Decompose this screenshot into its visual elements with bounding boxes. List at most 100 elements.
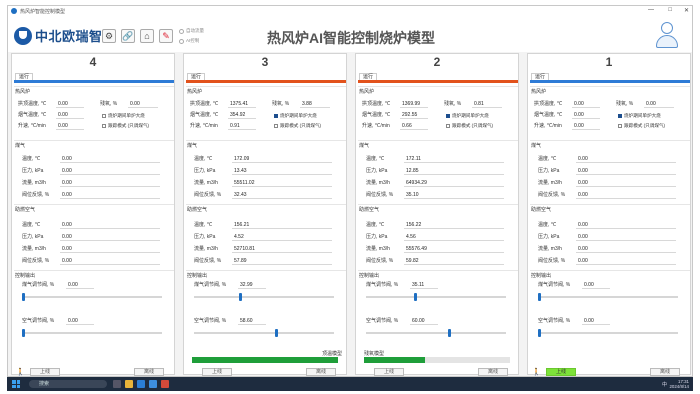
gas-valve-output-field-value[interactable]: 35.11 <box>410 280 438 289</box>
gas-valve-output-field-value[interactable]: 0.00 <box>582 280 610 289</box>
minimize-button[interactable]: — <box>648 7 654 13</box>
app-taskbar-icon[interactable] <box>149 380 157 388</box>
gas-flow-field-value[interactable]: 0.00 <box>60 178 160 187</box>
online-button[interactable]: 上线 <box>30 368 60 376</box>
online-button[interactable]: 上线 <box>202 368 232 376</box>
gas-temp-field-value[interactable]: 0.00 <box>576 154 676 163</box>
tab-run[interactable]: 运行 <box>187 73 206 80</box>
slider-thumb[interactable] <box>22 293 25 301</box>
app2-taskbar-icon[interactable] <box>161 380 169 388</box>
maximize-button[interactable]: □ <box>668 7 672 13</box>
slider-thumb[interactable] <box>274 329 278 337</box>
dome-temp-field-value[interactable]: 1369.99 <box>400 99 428 108</box>
browser-icon[interactable] <box>137 380 145 388</box>
checkbox-air-first[interactable]: 烧炉期间单炉大烧 <box>618 113 661 119</box>
air-valve-feedback-field-value[interactable]: 57.89 <box>232 256 332 265</box>
gas-valve-feedback-field-value[interactable]: 0.00 <box>60 190 160 199</box>
air-pressure-field-value[interactable]: 4.52 <box>232 232 332 241</box>
file-explorer-icon[interactable] <box>125 380 133 388</box>
gas-flow-field-value[interactable]: 0.00 <box>576 178 676 187</box>
air-pressure-field-value[interactable]: 4.56 <box>404 232 504 241</box>
gas-temp-field-value[interactable]: 0.00 <box>60 154 160 163</box>
rise-rate-field-value[interactable]: 0.00 <box>56 121 84 130</box>
air-temp-field-value[interactable]: 0.00 <box>576 220 676 229</box>
gas-valve-slider[interactable] <box>22 293 162 301</box>
dome-temp-field-value[interactable]: 0.00 <box>56 99 84 108</box>
gas-pressure-field-value[interactable]: 0.00 <box>60 166 160 175</box>
online-button[interactable]: 上线 <box>546 368 576 376</box>
checkbox-follow-mode[interactable]: 跟踪模式 (只调煤气) <box>446 123 493 129</box>
offline-button[interactable]: 离线 <box>478 368 508 376</box>
air-valve-feedback-field-value[interactable]: 0.00 <box>576 256 676 265</box>
air-valve-slider[interactable] <box>366 329 506 337</box>
tab-run[interactable]: 运行 <box>359 73 378 80</box>
gas-valve-slider[interactable] <box>538 293 678 301</box>
checkbox-air-first[interactable]: 烧炉期间单炉大烧 <box>446 113 489 119</box>
air-valve-slider[interactable] <box>22 329 162 337</box>
dome-temp-field-value[interactable]: 0.00 <box>572 99 600 108</box>
air-pressure-field-value[interactable]: 0.00 <box>576 232 676 241</box>
gas-valve-output-field-value[interactable]: 32.99 <box>238 280 266 289</box>
rise-rate-field-value[interactable]: 0.91 <box>228 121 256 130</box>
gas-valve-feedback-field-value[interactable]: 0.00 <box>576 190 676 199</box>
checkbox-follow-mode[interactable]: 跟踪模式 (只调煤气) <box>102 123 149 129</box>
gas-valve-slider[interactable] <box>366 293 506 301</box>
slider-thumb[interactable] <box>22 329 25 337</box>
air-valve-output-field-value[interactable]: 0.00 <box>582 316 610 325</box>
gas-temp-field-value[interactable]: 172.09 <box>232 154 332 163</box>
flue-temp-field-value[interactable]: 0.00 <box>56 110 84 119</box>
slider-thumb[interactable] <box>413 293 417 301</box>
air-flow-field-value[interactable]: 0.00 <box>60 244 160 253</box>
gas-pressure-field-value[interactable]: 12.85 <box>404 166 504 175</box>
offline-button[interactable]: 离线 <box>134 368 164 376</box>
offline-button[interactable]: 离线 <box>650 368 680 376</box>
residual-o2-field-value[interactable]: 0.00 <box>128 99 158 108</box>
flue-temp-field-value[interactable]: 292.55 <box>400 110 428 119</box>
residual-o2-field-value[interactable]: 0.00 <box>644 99 674 108</box>
air-valve-output-field-value[interactable]: 58.60 <box>238 316 266 325</box>
windows-start-icon[interactable] <box>12 380 20 388</box>
slider-thumb[interactable] <box>448 329 452 337</box>
flue-temp-field-value[interactable]: 354.92 <box>228 110 256 119</box>
slider-thumb[interactable] <box>538 293 541 301</box>
air-temp-field-value[interactable]: 0.00 <box>60 220 160 229</box>
air-temp-field-value[interactable]: 156.21 <box>232 220 332 229</box>
rise-rate-field-value[interactable]: 0.66 <box>400 121 428 130</box>
offline-button[interactable]: 离线 <box>306 368 336 376</box>
air-valve-slider[interactable] <box>538 329 678 337</box>
gas-flow-field-value[interactable]: 55511.02 <box>232 178 332 187</box>
tab-run[interactable]: 运行 <box>531 73 550 80</box>
residual-o2-field-value[interactable]: 0.81 <box>472 99 502 108</box>
air-flow-field-value[interactable]: 0.00 <box>576 244 676 253</box>
checkbox-follow-mode[interactable]: 跟踪模式 (只调煤气) <box>618 123 665 129</box>
system-tray[interactable]: 中 <box>662 381 667 388</box>
gas-valve-output-field-value[interactable]: 0.00 <box>66 280 94 289</box>
air-valve-feedback-field-value[interactable]: 0.00 <box>60 256 160 265</box>
close-button[interactable]: ✕ <box>684 7 689 14</box>
checkbox-follow-mode[interactable]: 跟踪模式 (只调煤气) <box>274 123 321 129</box>
air-valve-slider[interactable] <box>194 329 334 337</box>
taskview-icon[interactable] <box>113 380 121 388</box>
tab-run[interactable]: 运行 <box>15 73 34 80</box>
slider-thumb[interactable] <box>239 293 243 301</box>
slider-thumb[interactable] <box>538 329 541 337</box>
dome-temp-field-value[interactable]: 1375.41 <box>228 99 256 108</box>
air-pressure-field-value[interactable]: 0.00 <box>60 232 160 241</box>
air-flow-field-value[interactable]: 52710.81 <box>232 244 332 253</box>
air-flow-field-value[interactable]: 55576.49 <box>404 244 504 253</box>
rise-rate-field-value[interactable]: 0.00 <box>572 121 600 130</box>
checkbox-air-first[interactable]: 烧炉期间单炉大烧 <box>274 113 317 119</box>
gas-valve-slider[interactable] <box>194 293 334 301</box>
taskbar-search[interactable]: 搜索 <box>29 380 107 388</box>
gas-temp-field-value[interactable]: 172.11 <box>404 154 504 163</box>
gas-flow-field-value[interactable]: 64934.29 <box>404 178 504 187</box>
air-valve-output-field-value[interactable]: 0.00 <box>66 316 94 325</box>
air-valve-output-field-value[interactable]: 60.00 <box>410 316 438 325</box>
gas-pressure-field-value[interactable]: 13.43 <box>232 166 332 175</box>
online-button[interactable]: 上线 <box>374 368 404 376</box>
gas-valve-feedback-field-value[interactable]: 35.10 <box>404 190 504 199</box>
residual-o2-field-value[interactable]: 3.88 <box>300 99 330 108</box>
flue-temp-field-value[interactable]: 0.00 <box>572 110 600 119</box>
gas-pressure-field-value[interactable]: 0.00 <box>576 166 676 175</box>
gas-valve-feedback-field-value[interactable]: 32.43 <box>232 190 332 199</box>
